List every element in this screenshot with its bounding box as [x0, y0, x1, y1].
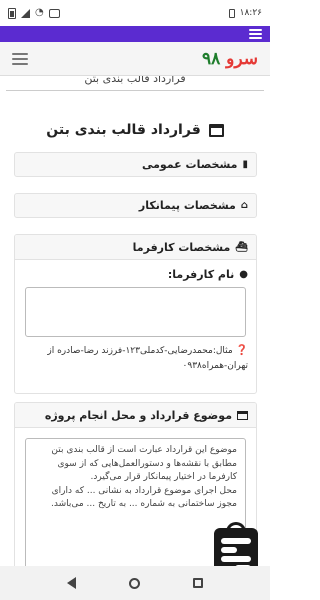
menu-icon[interactable]	[249, 29, 262, 39]
section-general[interactable]: ▮ مشخصات عمومی	[14, 152, 257, 177]
main-content[interactable]: قرارداد قالب بندی بتن قرارداد قالب بندی …	[0, 76, 270, 566]
employer-name-field[interactable]	[25, 287, 246, 337]
notification-icon	[48, 8, 60, 18]
employer-name-value	[26, 288, 245, 298]
brand-name: سرو	[226, 48, 258, 69]
window-icon	[208, 123, 224, 137]
employer-hint: ❓ مثال:محمدرضایی-کدملی۱۲۳-فرزند رضا-صادر…	[15, 343, 256, 374]
subject-field[interactable]: موضوع این قرارداد عبارت است از قالب بندی…	[25, 438, 246, 566]
status-bar: ◔ ۱۸:۲۶	[0, 0, 270, 26]
question-circle-icon: ❓	[235, 345, 248, 356]
subject-line: مجوز ساختمانی به شماره ... به تاریخ ... …	[50, 499, 237, 509]
wifi-icon: ◔	[35, 7, 44, 18]
app-header: سرو ۹۸	[0, 42, 270, 76]
book-icon: ▮	[242, 159, 248, 170]
hamburger-icon[interactable]	[12, 52, 28, 65]
employer-card-header[interactable]: ⛴ مشخصات کارفرما	[15, 235, 256, 260]
cut-off-title: قرارداد قالب بندی بتن	[84, 76, 186, 85]
status-time: ۱۸:۲۶	[239, 8, 262, 18]
subject-card-header[interactable]: موضوع قرارداد و محل انجام پروژه	[15, 403, 256, 428]
employer-header-label: مشخصات کارفرما	[132, 240, 231, 254]
usb-icon	[228, 8, 235, 18]
home-icon: ⌂	[240, 200, 248, 211]
page-title: قرارداد قالب بندی بتن	[0, 122, 270, 138]
status-left: ◔	[8, 7, 60, 19]
section-general-label: مشخصات عمومی	[141, 158, 238, 171]
ship-icon: ⛴	[235, 241, 248, 253]
recents-icon[interactable]	[193, 578, 204, 588]
battery-icon	[8, 7, 16, 19]
user-icon: ●	[239, 269, 248, 280]
subject-line: مطابق با نقشه‌ها و دستورالعمل‌هایی که از…	[57, 458, 237, 469]
employer-name-label: ● نام کارفرما:	[15, 268, 256, 281]
signal-icon	[21, 8, 30, 18]
system-nav-bar	[0, 566, 270, 600]
page-title-text: قرارداد قالب بندی بتن	[46, 122, 201, 138]
employer-name-label-text: نام کارفرما:	[167, 268, 235, 281]
back-icon[interactable]	[66, 577, 76, 589]
divider	[6, 90, 264, 91]
subject-line: محل اجرای موضوع قرارداد به نشانی ... که …	[51, 485, 237, 496]
home-circle-icon[interactable]	[128, 577, 140, 589]
subject-header-label: موضوع قرارداد و محل انجام پروژه	[44, 408, 232, 422]
brand-number: ۹۸	[201, 48, 221, 69]
status-right: ۱۸:۲۶	[228, 8, 262, 18]
section-contractor-label: مشخصات پیمانکار	[138, 199, 236, 212]
employer-card: ⛴ مشخصات کارفرما ● نام کارفرما: ❓ مثال:م…	[14, 234, 257, 394]
subject-text: موضوع این قرارداد عبارت است از قالب بندی…	[26, 439, 245, 517]
subject-line: موضوع این قرارداد عبارت است از قالب بندی…	[51, 445, 237, 455]
window-icon	[237, 410, 248, 420]
app-brand: سرو ۹۸	[202, 49, 258, 69]
subject-line: کارفرما در اختیار پیمانکار قرار می‌گیرد.	[90, 472, 237, 482]
top-bar	[0, 26, 270, 42]
employer-hint-text: مثال:محمدرضایی-کدملی۱۲۳-فرزند رضا-صادره …	[47, 346, 248, 371]
section-contractor[interactable]: ⌂ مشخصات پیمانکار	[14, 193, 257, 218]
